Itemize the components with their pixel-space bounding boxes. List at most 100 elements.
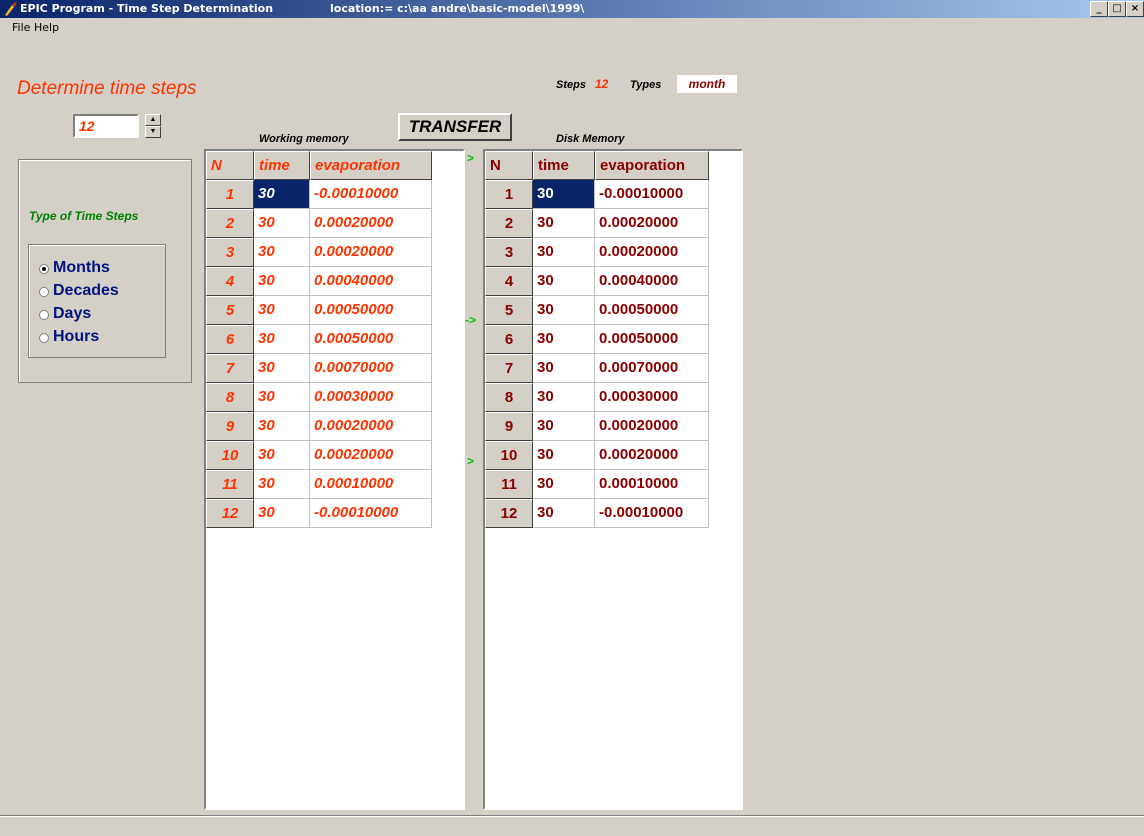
row-header[interactable]: 1: [485, 180, 533, 209]
row-header[interactable]: 7: [206, 354, 254, 383]
table-cell[interactable]: -0.00010000: [595, 499, 709, 528]
table-cell[interactable]: 30: [254, 499, 310, 528]
working-memory-label: Working memory: [259, 133, 349, 145]
radio-button-icon[interactable]: [39, 333, 49, 343]
maximize-button[interactable]: □: [1108, 1, 1126, 17]
title-bar: EPIC Program - Time Step Determination l…: [0, 0, 1144, 18]
table-cell[interactable]: 30: [254, 180, 310, 209]
radio-group: Months Decades Days Hours: [28, 244, 166, 358]
table-cell[interactable]: 0.00050000: [310, 296, 432, 325]
table-cell[interactable]: 30: [254, 383, 310, 412]
table-cell[interactable]: 0.00070000: [595, 354, 709, 383]
table-cell[interactable]: 0.00070000: [310, 354, 432, 383]
table-cell[interactable]: 0.00020000: [595, 209, 709, 238]
table-cell[interactable]: 30: [533, 238, 595, 267]
table-cell[interactable]: 0.00020000: [595, 238, 709, 267]
table-cell[interactable]: 30: [254, 470, 310, 499]
column-header[interactable]: evaporation: [310, 151, 432, 180]
steps-spin-input[interactable]: 12: [73, 114, 139, 138]
table-cell[interactable]: 30: [533, 354, 595, 383]
working-memory-grid[interactable]: Ntime evaporation 1 30 -0.00010000 2 30 0.00020…: [204, 149, 465, 810]
row-header[interactable]: 3: [206, 238, 254, 267]
row-header[interactable]: 9: [485, 412, 533, 441]
table-cell[interactable]: -0.00010000: [310, 180, 432, 209]
menu-file[interactable]: File: [12, 21, 30, 34]
group-title: Type of Time Steps: [29, 209, 139, 223]
row-header[interactable]: 2: [206, 209, 254, 238]
row-header[interactable]: 1: [206, 180, 254, 209]
spin-down-button[interactable]: ▼: [145, 126, 161, 138]
table-cell[interactable]: -0.00010000: [595, 180, 709, 209]
table-cell[interactable]: 30: [254, 296, 310, 325]
table-cell[interactable]: 0.00040000: [310, 267, 432, 296]
menu-bar: File Help: [0, 18, 1144, 38]
row-header[interactable]: 11: [206, 470, 254, 499]
radio-button-icon[interactable]: [39, 264, 49, 274]
row-header[interactable]: 4: [206, 267, 254, 296]
table-cell[interactable]: 0.00020000: [595, 441, 709, 470]
table-cell[interactable]: 30: [533, 209, 595, 238]
table-cell[interactable]: 30: [533, 470, 595, 499]
table-cell[interactable]: 30: [533, 325, 595, 354]
table-cell[interactable]: 30: [254, 354, 310, 383]
column-header[interactable]: N: [485, 151, 533, 180]
transfer-button[interactable]: TRANSFER: [398, 113, 512, 141]
row-header[interactable]: 8: [206, 383, 254, 412]
table-cell[interactable]: 30: [254, 238, 310, 267]
table-cell[interactable]: 30: [254, 267, 310, 296]
time-step-type-group: Type of Time Steps Months Decades Days H…: [18, 159, 192, 383]
close-button[interactable]: ×: [1126, 1, 1144, 17]
steps-spinbox: 12 ▲ ▼: [73, 114, 161, 138]
table-cell[interactable]: 30: [533, 267, 595, 296]
table-cell[interactable]: 30: [533, 412, 595, 441]
column-header[interactable]: time: [254, 151, 310, 180]
table-cell[interactable]: 30: [533, 383, 595, 412]
row-header[interactable]: 8: [485, 383, 533, 412]
row-header[interactable]: 9: [206, 412, 254, 441]
row-header[interactable]: 6: [206, 325, 254, 354]
table-cell[interactable]: 0.00030000: [310, 383, 432, 412]
table-cell[interactable]: 0.00010000: [595, 470, 709, 499]
table-cell[interactable]: 30: [254, 441, 310, 470]
spin-up-button[interactable]: ▲: [145, 114, 161, 126]
column-header[interactable]: evaporation: [595, 151, 709, 180]
radio-button-icon[interactable]: [39, 287, 49, 297]
table-cell[interactable]: 0.00020000: [310, 238, 432, 267]
table-cell[interactable]: 0.00050000: [595, 325, 709, 354]
radio-button-icon[interactable]: [39, 310, 49, 320]
table-cell[interactable]: 0.00040000: [595, 267, 709, 296]
table-cell[interactable]: 0.00020000: [310, 412, 432, 441]
column-header[interactable]: N: [206, 151, 254, 180]
minimize-button[interactable]: _: [1090, 1, 1108, 17]
row-header[interactable]: 5: [485, 296, 533, 325]
row-header[interactable]: 5: [206, 296, 254, 325]
row-header[interactable]: 7: [485, 354, 533, 383]
table-cell[interactable]: 30: [533, 441, 595, 470]
table-cell[interactable]: 0.00010000: [310, 470, 432, 499]
row-header[interactable]: 3: [485, 238, 533, 267]
row-header[interactable]: 11: [485, 470, 533, 499]
menu-help[interactable]: Help: [34, 21, 59, 34]
table-cell[interactable]: 30: [254, 412, 310, 441]
row-header[interactable]: 10: [206, 441, 254, 470]
table-cell[interactable]: 30: [533, 296, 595, 325]
table-cell[interactable]: 0.00020000: [310, 209, 432, 238]
row-header[interactable]: 6: [485, 325, 533, 354]
row-header[interactable]: 12: [206, 499, 254, 528]
table-cell[interactable]: 30: [254, 325, 310, 354]
column-header[interactable]: time: [533, 151, 595, 180]
table-cell[interactable]: 0.00020000: [595, 412, 709, 441]
table-cell[interactable]: 30: [533, 180, 595, 209]
row-header[interactable]: 2: [485, 209, 533, 238]
disk-memory-grid[interactable]: Ntime evaporation 1 30 -0.00010000 2 30 0.00020…: [483, 149, 743, 810]
row-header[interactable]: 10: [485, 441, 533, 470]
table-cell[interactable]: 0.00050000: [595, 296, 709, 325]
table-cell[interactable]: 30: [533, 499, 595, 528]
table-cell[interactable]: 0.00030000: [595, 383, 709, 412]
table-cell[interactable]: 0.00050000: [310, 325, 432, 354]
row-header[interactable]: 12: [485, 499, 533, 528]
table-cell[interactable]: 30: [254, 209, 310, 238]
table-cell[interactable]: 0.00020000: [310, 441, 432, 470]
table-cell[interactable]: -0.00010000: [310, 499, 432, 528]
row-header[interactable]: 4: [485, 267, 533, 296]
